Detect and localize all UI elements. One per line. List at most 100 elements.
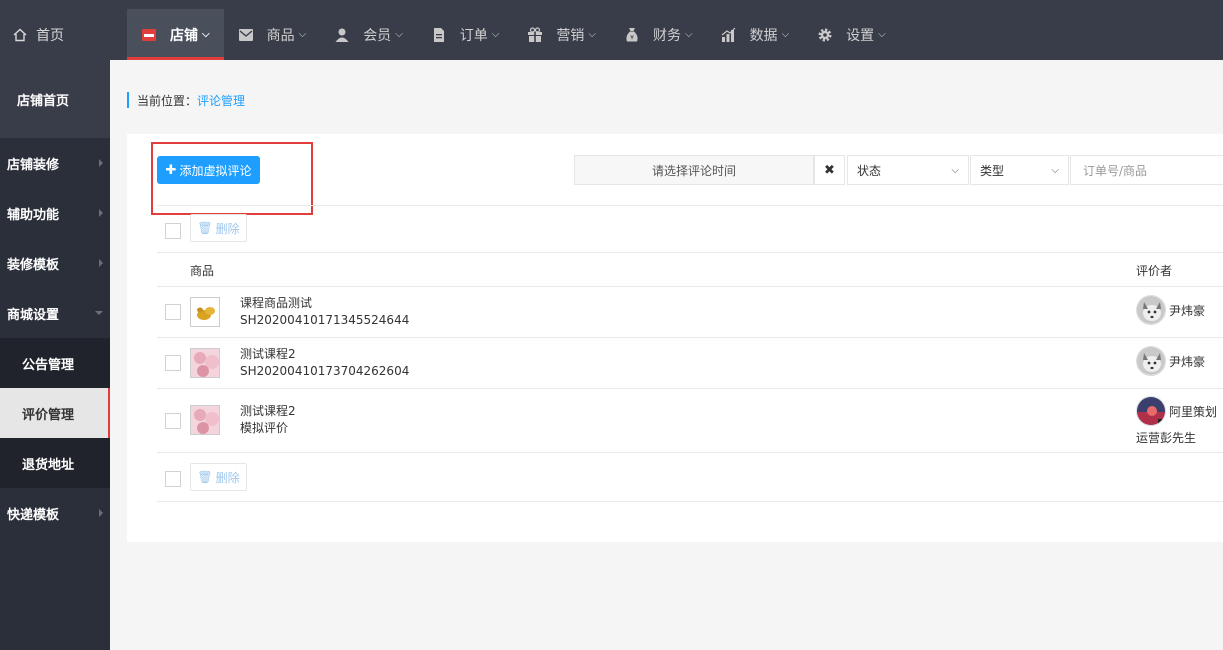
document-icon (433, 27, 444, 42)
divider (157, 252, 1223, 253)
row-checkbox[interactable] (165, 413, 181, 429)
user-icon (335, 28, 349, 42)
avatar (1136, 295, 1166, 325)
review-panel: ✚ 添加虚拟评论 请选择评论时间 ✖ 状态 ⌵ 类型 ⌵ 订单号/商品 🗑 删除… (127, 134, 1223, 542)
nav-item-label: 营销 (556, 27, 585, 44)
status-select-value: 状态 (857, 163, 882, 178)
nav-home[interactable]: 首页 (0, 9, 127, 60)
svg-text:¥: ¥ (630, 34, 634, 41)
row-checkbox[interactable] (165, 355, 181, 371)
product-thumbnail (190, 405, 220, 435)
nav-item-products[interactable]: 商品 ⌵ (224, 9, 321, 60)
breadcrumb-prefix: 当前位置： (137, 93, 198, 108)
sidebar-item-label: 装修模板 (7, 257, 60, 273)
divider (157, 337, 1223, 338)
review-date-placeholder: 请选择评论时间 (651, 163, 736, 178)
review-date-input[interactable]: 请选择评论时间 (574, 155, 814, 185)
sidebar-item-decoration[interactable]: 店铺装修 (0, 138, 110, 188)
nav-home-label: 首页 (36, 27, 64, 44)
sidebar-item-mall-settings[interactable]: 商城设置 (0, 288, 110, 338)
chevron-down-icon: ⌵ (588, 29, 596, 40)
caret-right-icon (99, 509, 103, 517)
sidebar-item-auxiliary[interactable]: 辅助功能 (0, 188, 110, 238)
chevron-down-icon: ⌵ (298, 29, 307, 40)
product-thumbnail (190, 348, 220, 378)
sidebar-item-label: 商城设置 (7, 307, 60, 323)
delete-button-label: 删除 (215, 221, 240, 236)
caret-right-icon (99, 209, 103, 217)
reviewer: 阿里策划 (1136, 396, 1217, 426)
nav-item-marketing[interactable]: 营销 ⌵ (513, 9, 610, 60)
chevron-down-icon: ⌵ (1051, 165, 1059, 176)
reviewer-name-secondary: 运营彭先生 (1136, 431, 1197, 445)
status-select[interactable]: 状态 ⌵ (847, 155, 969, 185)
search-placeholder: 订单号/商品 (1083, 163, 1148, 178)
product-name: 测试课程2 (240, 347, 296, 361)
main-nav: 店铺 ⌵ 商品 ⌵ 会员 ⌵ 订单 ⌵ 营销 ⌵ ¥ 财务 ⌵ 数据 ⌵ 设置 … (127, 9, 900, 60)
review-note: 模拟评价 (240, 421, 289, 435)
chevron-down-icon: ⌵ (878, 29, 886, 40)
divider (157, 388, 1223, 389)
sidebar-item-label: 店铺装修 (7, 157, 60, 173)
chevron-down-icon: ⌵ (395, 29, 403, 40)
sidebar-item-templates[interactable]: 装修模板 (0, 238, 110, 288)
avatar (1136, 396, 1166, 426)
search-input[interactable]: 订单号/商品 (1070, 155, 1223, 185)
breadcrumb: 当前位置： 评论管理 (127, 92, 245, 108)
caret-right-icon (99, 159, 103, 167)
type-select[interactable]: 类型 ⌵ (970, 155, 1069, 185)
caret-down-icon (95, 311, 103, 315)
delete-button-label: 删除 (215, 470, 240, 485)
clear-date-button[interactable]: ✖ (814, 155, 845, 185)
sidebar-item-store-home[interactable]: 店铺首页 (0, 60, 110, 138)
delete-button[interactable]: 🗑 删除 (190, 214, 247, 242)
sidebar-item-announcements[interactable]: 公告管理 (0, 338, 110, 388)
nav-item-settings[interactable]: 设置 ⌵ (803, 9, 900, 60)
select-all-checkbox[interactable] (165, 223, 181, 239)
sidebar-item-label: 辅助功能 (7, 207, 60, 223)
nav-item-finance[interactable]: ¥ 财务 ⌵ (610, 9, 707, 60)
breadcrumb-current[interactable]: 评论管理 (197, 92, 245, 109)
envelope-icon (238, 28, 253, 41)
nav-item-label: 数据 (749, 27, 778, 44)
nav-item-label: 会员 (363, 27, 392, 44)
product-thumbnail (190, 297, 220, 327)
nav-item-label: 财务 (652, 27, 681, 44)
nav-item-label: 店铺 (170, 27, 198, 44)
sidebar-item-label: 退货地址 (22, 457, 75, 473)
chevron-down-icon: ⌵ (202, 29, 210, 40)
chevron-down-icon: ⌵ (781, 29, 790, 40)
nav-item-label: 商品 (266, 27, 295, 44)
reviewer-name: 尹炜豪 (1169, 354, 1206, 369)
product-name: 测试课程2 (240, 404, 296, 418)
sidebar: 店铺首页 店铺装修 辅助功能 装修模板 商城设置 公告管理 评价管理 退货地址 … (0, 60, 110, 650)
divider (157, 452, 1223, 453)
row-checkbox[interactable] (165, 304, 181, 320)
nav-item-data[interactable]: 数据 ⌵ (707, 9, 804, 60)
avatar (1136, 346, 1166, 376)
sidebar-item-return-address[interactable]: 退货地址 (0, 438, 110, 488)
caret-right-icon (99, 259, 103, 267)
reviewer-name: 尹炜豪 (1169, 303, 1206, 318)
select-all-checkbox-bottom[interactable] (165, 471, 181, 487)
sidebar-item-label: 公告管理 (22, 357, 75, 373)
nav-item-store[interactable]: 店铺 ⌵ (127, 9, 224, 60)
order-number: SH20200410171345524644 (240, 313, 410, 327)
close-icon: ✖ (824, 162, 835, 178)
reviewer: 尹炜豪 (1136, 346, 1205, 376)
delete-button-bottom[interactable]: 🗑 删除 (190, 463, 247, 491)
gear-icon (818, 28, 832, 41)
gift-icon (528, 26, 543, 42)
chevron-down-icon: ⌵ (951, 165, 959, 176)
nav-item-orders[interactable]: 订单 ⌵ (417, 9, 514, 60)
column-header-product: 商品 (190, 264, 215, 278)
nav-item-label: 订单 (459, 27, 488, 44)
product-name: 课程商品测试 (240, 296, 313, 310)
sidebar-item-reviews[interactable]: 评价管理 (0, 388, 110, 438)
nav-item-label: 设置 (846, 27, 875, 44)
nav-item-members[interactable]: 会员 ⌵ (320, 9, 417, 60)
money-bag-icon: ¥ (626, 27, 638, 41)
sidebar-item-shipping-templates[interactable]: 快递模板 (0, 488, 110, 538)
divider (157, 501, 1223, 502)
home-icon (13, 28, 27, 41)
